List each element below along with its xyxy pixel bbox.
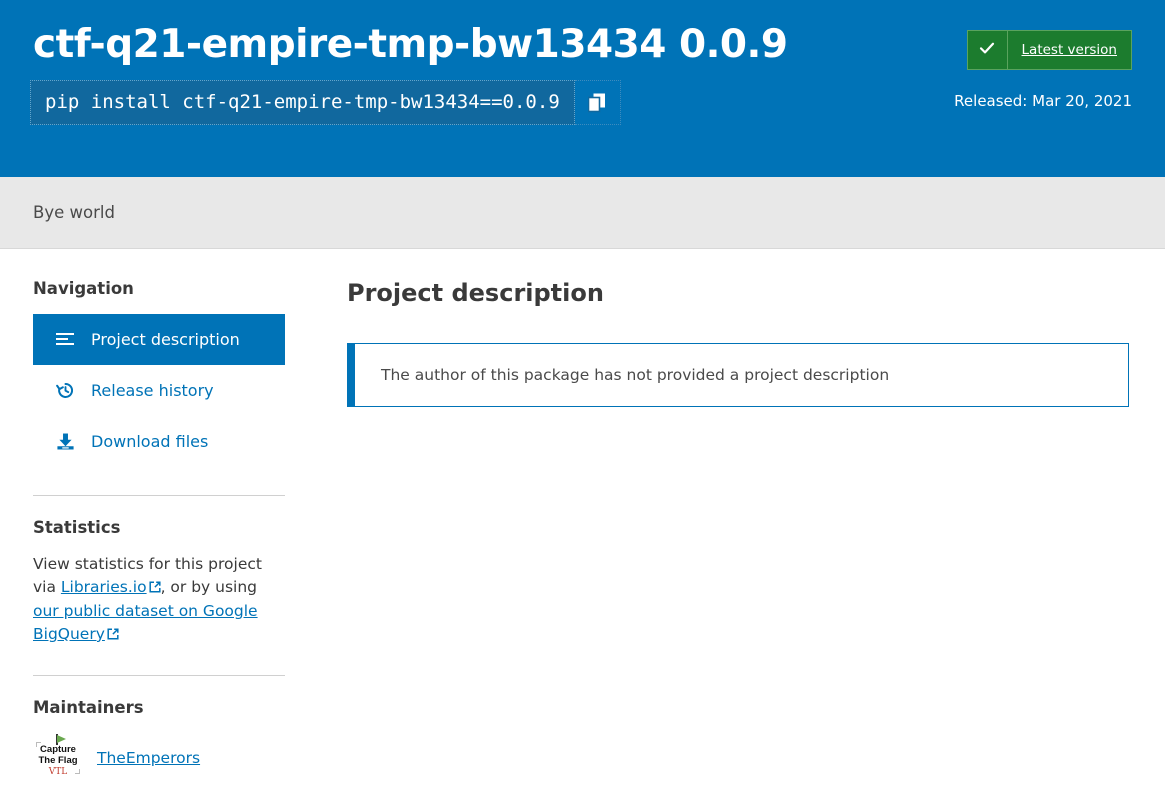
sidebar-divider-maintainers xyxy=(33,675,285,676)
released-date: Released: Mar 20, 2021 xyxy=(954,92,1132,110)
nav-list-item-release-history: Release history xyxy=(33,365,285,416)
project-description-title: Project description xyxy=(347,279,604,307)
flag-icon xyxy=(57,734,66,743)
avatar[interactable]: Capture The Flag VTL xyxy=(33,733,83,783)
package-name: ctf-q21-empire-tmp-bw13434 xyxy=(33,22,666,67)
package-summary: Bye world xyxy=(33,203,115,222)
no-description-callout: The author of this package has not provi… xyxy=(347,343,1129,407)
bigquery-dataset-link[interactable]: our public dataset on Google BigQuery xyxy=(33,602,258,643)
history-icon xyxy=(55,381,75,401)
install-command-row: pip install ctf-q21-empire-tmp-bw13434==… xyxy=(30,80,621,125)
copy-icon xyxy=(588,93,606,113)
avatar-text-line-1: Capture xyxy=(40,744,76,755)
package-header-banner: ctf-q21-empire-tmp-bw13434 0.0.9 pip ins… xyxy=(0,0,1165,177)
sidebar-navigation: Project description Release history Down… xyxy=(33,314,285,467)
avatar-text-line-2: The Flag xyxy=(38,755,78,766)
avatar-text-line-3: VTL xyxy=(48,767,68,777)
statistics-middle-text: , or by using xyxy=(160,578,258,596)
latest-version-link[interactable]: Latest version xyxy=(1022,42,1117,58)
check-icon-wrap xyxy=(967,31,1008,69)
main-content: Project description The author of this p… xyxy=(285,249,1132,793)
latest-version-badge[interactable]: Latest version xyxy=(966,30,1132,70)
package-summary-band: Bye world xyxy=(0,177,1165,249)
external-link-icon xyxy=(107,624,119,647)
maintainer-username-link[interactable]: TheEmperors xyxy=(97,749,200,767)
nav-list-item-project-description: Project description xyxy=(33,314,285,365)
statistics-heading: Statistics xyxy=(33,518,121,537)
pip-install-command[interactable]: pip install ctf-q21-empire-tmp-bw13434==… xyxy=(30,80,575,125)
sidebar-divider-statistics xyxy=(33,495,285,496)
sidebar: Navigation Project description Release h… xyxy=(33,249,285,793)
statistics-description: View statistics for this project via Lib… xyxy=(33,553,285,647)
copy-button[interactable] xyxy=(574,80,621,125)
bigquery-dataset-link-label: our public dataset on Google BigQuery xyxy=(33,602,258,643)
sidebar-item-release-history[interactable]: Release history xyxy=(33,365,285,416)
package-version: 0.0.9 xyxy=(678,22,788,67)
libraries-io-link[interactable]: Libraries.io xyxy=(61,578,147,596)
sidebar-item-label: Release history xyxy=(91,381,214,400)
maintainer-row: Capture The Flag VTL TheEmperors xyxy=(33,733,285,783)
sidebar-item-label: Download files xyxy=(91,432,209,451)
external-link-icon xyxy=(149,577,161,600)
latest-version-label-wrap: Latest version xyxy=(1007,31,1131,69)
sidebar-item-project-description[interactable]: Project description xyxy=(33,314,285,365)
nav-list: Project description Release history Down… xyxy=(33,314,285,467)
download-icon xyxy=(55,432,75,452)
page-body: Navigation Project description Release h… xyxy=(0,249,1165,793)
page-title: ctf-q21-empire-tmp-bw13434 0.0.9 xyxy=(33,20,788,70)
sidebar-item-label: Project description xyxy=(91,330,240,349)
navigation-heading: Navigation xyxy=(33,279,134,298)
check-icon xyxy=(979,40,995,60)
align-left-icon xyxy=(55,330,75,350)
libraries-io-link-label: Libraries.io xyxy=(60,578,147,596)
sidebar-item-download-files[interactable]: Download files xyxy=(33,416,285,467)
nav-list-item-download-files: Download files xyxy=(33,416,285,467)
no-description-message: The author of this package has not provi… xyxy=(381,366,890,384)
maintainers-heading: Maintainers xyxy=(33,698,144,717)
